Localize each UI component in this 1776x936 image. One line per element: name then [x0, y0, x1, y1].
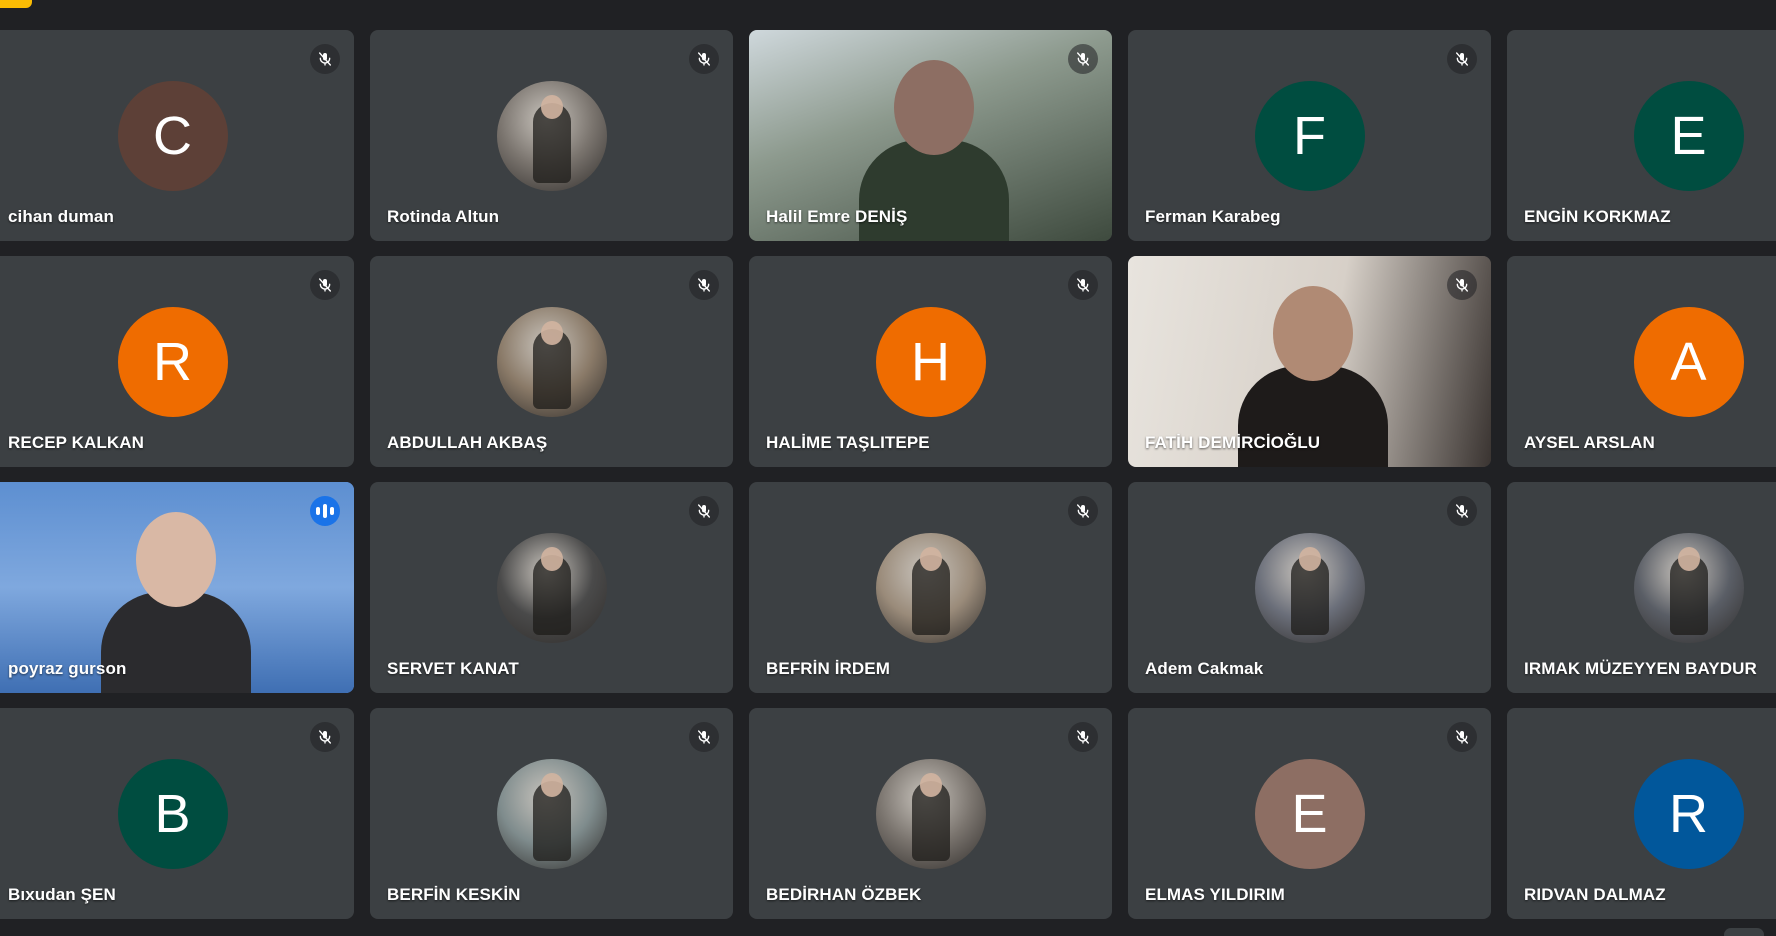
participant-name: AYSEL ARSLAN: [1524, 433, 1655, 452]
mic-off-icon: [310, 44, 340, 74]
bottom-control-chip[interactable]: [1724, 928, 1764, 936]
participant-name: cihan duman: [8, 207, 114, 226]
avatar-photo-head: [540, 95, 563, 119]
mic-off-icon: [1447, 44, 1477, 74]
video-face: [136, 512, 216, 607]
avatar-photo-head: [919, 773, 942, 797]
participant-tile[interactable]: Ccihan duman: [0, 30, 354, 241]
avatar-initial: C: [117, 81, 228, 191]
avatar-initial: H: [875, 307, 986, 417]
participant-name: ABDULLAH AKBAŞ: [387, 433, 548, 452]
participant-name: poyraz gurson: [8, 659, 127, 678]
mic-off-icon: [1068, 496, 1098, 526]
participant-name: BEFRİN İRDEM: [766, 659, 890, 678]
mic-off-icon: [689, 722, 719, 752]
speaking-indicator-icon: [310, 496, 340, 526]
mic-off-icon: [1068, 722, 1098, 752]
avatar-photo: [875, 533, 986, 643]
avatar-photo-head: [540, 547, 563, 571]
avatar-photo-head: [919, 547, 942, 571]
avatar-initial: A: [1633, 307, 1744, 417]
participant-tile[interactable]: SERVET KANAT: [370, 482, 733, 693]
participant-name: FATİH DEMİRCİOĞLU: [1145, 433, 1321, 452]
avatar-photo: [496, 81, 607, 191]
avatar-initial: F: [1254, 81, 1365, 191]
mic-off-icon: [1447, 722, 1477, 752]
participant-name: ELMAS YILDIRIM: [1145, 885, 1285, 904]
participant-name: SERVET KANAT: [387, 659, 519, 678]
meeting-stage: Ccihan duman Rotinda Altun Halil Emre DENİ…: [0, 0, 1776, 936]
video-face: [1273, 286, 1353, 381]
participant-grid: Ccihan duman Rotinda Altun Halil Emre DENİ…: [0, 30, 1776, 919]
participant-tile[interactable]: Halil Emre DENİŞ: [749, 30, 1112, 241]
speaking-bar: [330, 507, 334, 515]
participant-name: Rotinda Altun: [387, 207, 500, 226]
participant-tile[interactable]: A AYSEL ARSLAN: [1507, 256, 1776, 467]
mic-off-icon: [310, 270, 340, 300]
participant-tile[interactable]: Rotinda Altun: [370, 30, 733, 241]
mic-off-icon: [310, 722, 340, 752]
participant-tile[interactable]: E ENGİN KORKMAZ: [1507, 30, 1776, 241]
top-indicator[interactable]: [0, 0, 32, 8]
mic-off-icon: [689, 270, 719, 300]
mic-off-icon: [1068, 44, 1098, 74]
participant-name: Halil Emre DENİŞ: [766, 207, 908, 226]
avatar-photo-head: [540, 321, 563, 345]
participant-tile[interactable]: B Bıxudan ŞEN: [0, 708, 354, 919]
avatar-photo: [1633, 533, 1744, 643]
participant-tile[interactable]: ABDULLAH AKBAŞ: [370, 256, 733, 467]
mic-off-icon: [1447, 496, 1477, 526]
mic-off-icon: [1068, 270, 1098, 300]
participant-tile[interactable]: IRMAK MÜZEYYEN BAYDUR: [1507, 482, 1776, 693]
avatar-photo: [496, 533, 607, 643]
participant-tile[interactable]: R RECEP KALKAN: [0, 256, 354, 467]
participant-tile[interactable]: BEDİRHAN ÖZBEK: [749, 708, 1112, 919]
speaking-bar: [316, 507, 320, 515]
avatar-initial: E: [1633, 81, 1744, 191]
participant-tile[interactable]: R RIDVAN DALMAZ: [1507, 708, 1776, 919]
participant-tile[interactable]: F Ferman Karabeg: [1128, 30, 1491, 241]
avatar-initial: R: [117, 307, 228, 417]
participant-name: HALİME TAŞLITEPE: [766, 433, 930, 452]
mic-off-icon: [689, 44, 719, 74]
mic-off-icon: [1447, 270, 1477, 300]
video-face: [894, 60, 974, 155]
participant-tile[interactable]: BEFRİN İRDEM: [749, 482, 1112, 693]
avatar-photo: [496, 307, 607, 417]
avatar-photo-head: [540, 773, 563, 797]
participant-tile[interactable]: poyraz gurson: [0, 482, 354, 693]
participant-tile[interactable]: BERFİN KESKİN: [370, 708, 733, 919]
avatar-initial: B: [117, 759, 228, 869]
participant-name: RECEP KALKAN: [8, 433, 144, 452]
avatar-photo-head: [1298, 547, 1321, 571]
participant-tile[interactable]: H HALİME TAŞLITEPE: [749, 256, 1112, 467]
participant-name: IRMAK MÜZEYYEN BAYDUR: [1524, 659, 1757, 678]
avatar-photo-head: [1677, 547, 1700, 571]
participant-name: ENGİN KORKMAZ: [1524, 207, 1671, 226]
mic-off-icon: [689, 496, 719, 526]
speaking-bar: [323, 504, 327, 518]
participant-name: BEDİRHAN ÖZBEK: [766, 885, 922, 904]
participant-name: Ferman Karabeg: [1145, 207, 1281, 226]
avatar-initial: E: [1254, 759, 1365, 869]
participant-name: BERFİN KESKİN: [387, 885, 521, 904]
avatar-photo: [1254, 533, 1365, 643]
participant-tile[interactable]: FATİH DEMİRCİOĞLU: [1128, 256, 1491, 467]
participant-name: Bıxudan ŞEN: [8, 885, 116, 904]
avatar-initial: R: [1633, 759, 1744, 869]
participant-tile[interactable]: E ELMAS YILDIRIM: [1128, 708, 1491, 919]
participant-tile[interactable]: Adem Cakmak: [1128, 482, 1491, 693]
avatar-photo: [496, 759, 607, 869]
avatar-photo: [875, 759, 986, 869]
participant-name: Adem Cakmak: [1145, 659, 1264, 678]
participant-name: RIDVAN DALMAZ: [1524, 885, 1666, 904]
